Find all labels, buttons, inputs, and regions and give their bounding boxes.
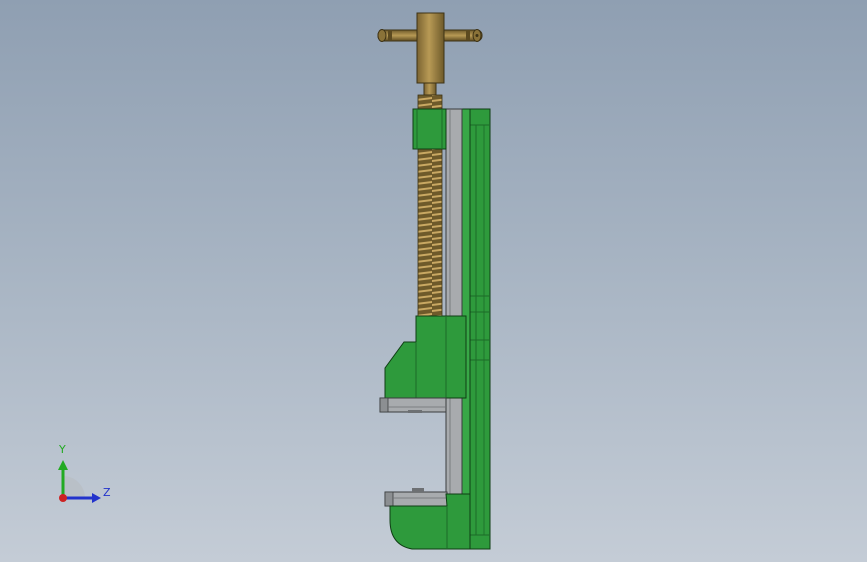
lower-jaw-plate [384, 488, 448, 507]
graphics-viewport[interactable]: Y Z [0, 0, 867, 562]
t-handle [377, 12, 483, 96]
screw-nut-block [412, 108, 447, 150]
orientation-triad [58, 460, 101, 503]
triad-label-y: Y [59, 443, 66, 456]
guide-rail [445, 108, 463, 495]
movable-jaw [384, 315, 467, 399]
upper-jaw-plate [379, 397, 447, 413]
triad-label-z: Z [103, 486, 111, 499]
vise-model[interactable] [0, 0, 867, 562]
